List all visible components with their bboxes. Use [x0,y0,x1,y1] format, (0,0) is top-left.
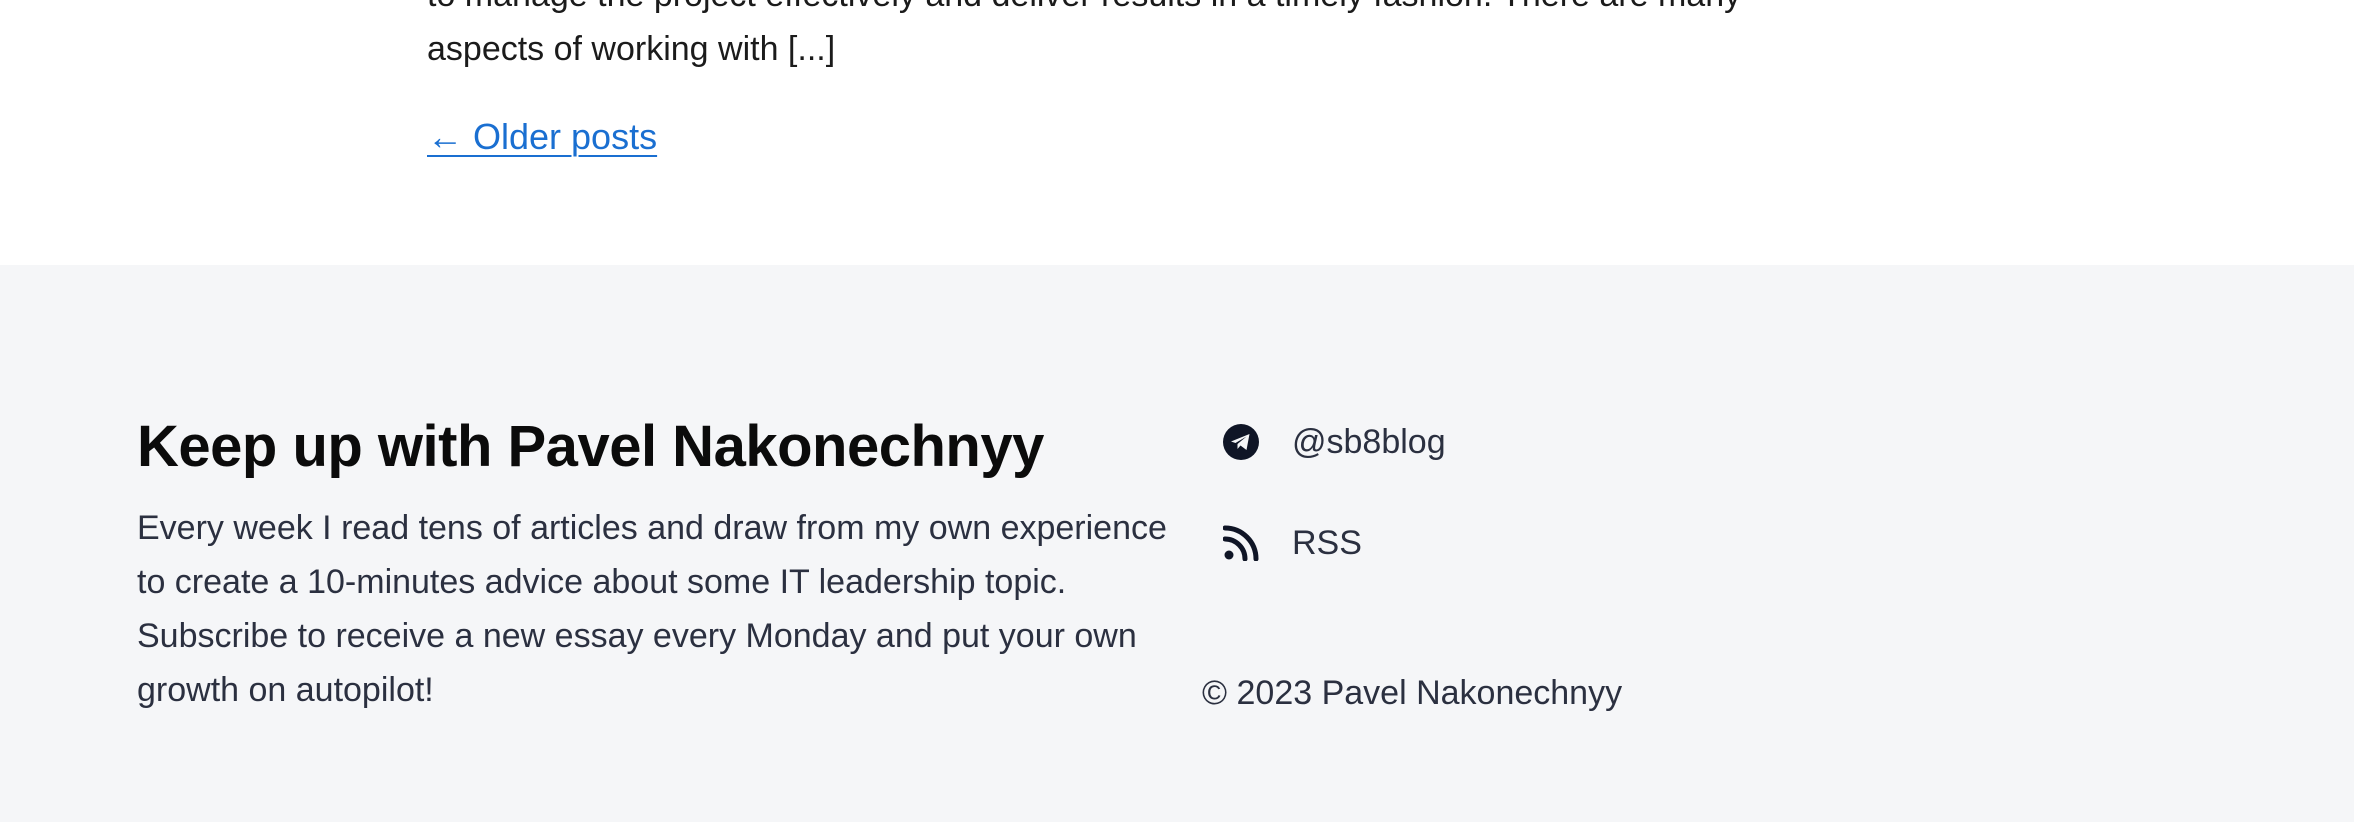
post-excerpt-line: to manage the project effectively and de… [427,0,1827,22]
post-excerpt: to manage the project effectively and de… [427,0,1827,76]
page: to manage the project effectively and de… [0,0,2354,822]
footer-title: Keep up with Pavel Nakonechnyy [137,414,1044,479]
social-link-label: RSS [1292,523,1362,562]
footer-description: Every week I read tens of articles and d… [137,509,1167,709]
older-posts-link[interactable]: ← Older posts [427,112,657,162]
site-footer: Keep up with Pavel Nakonechnyy Every wee… [0,265,2354,822]
rss-icon [1220,522,1262,564]
copyright-text: © 2023 Pavel Nakonechnyy [1202,674,1623,712]
social-link-label: @sb8blog [1292,422,1446,461]
rss-link[interactable]: RSS [1220,513,1362,573]
post-excerpt-line: aspects of working with [...] [427,30,836,68]
telegram-link[interactable]: @sb8blog [1220,412,1446,472]
post-list-section: to manage the project effectively and de… [0,0,2354,265]
telegram-icon [1220,421,1262,463]
